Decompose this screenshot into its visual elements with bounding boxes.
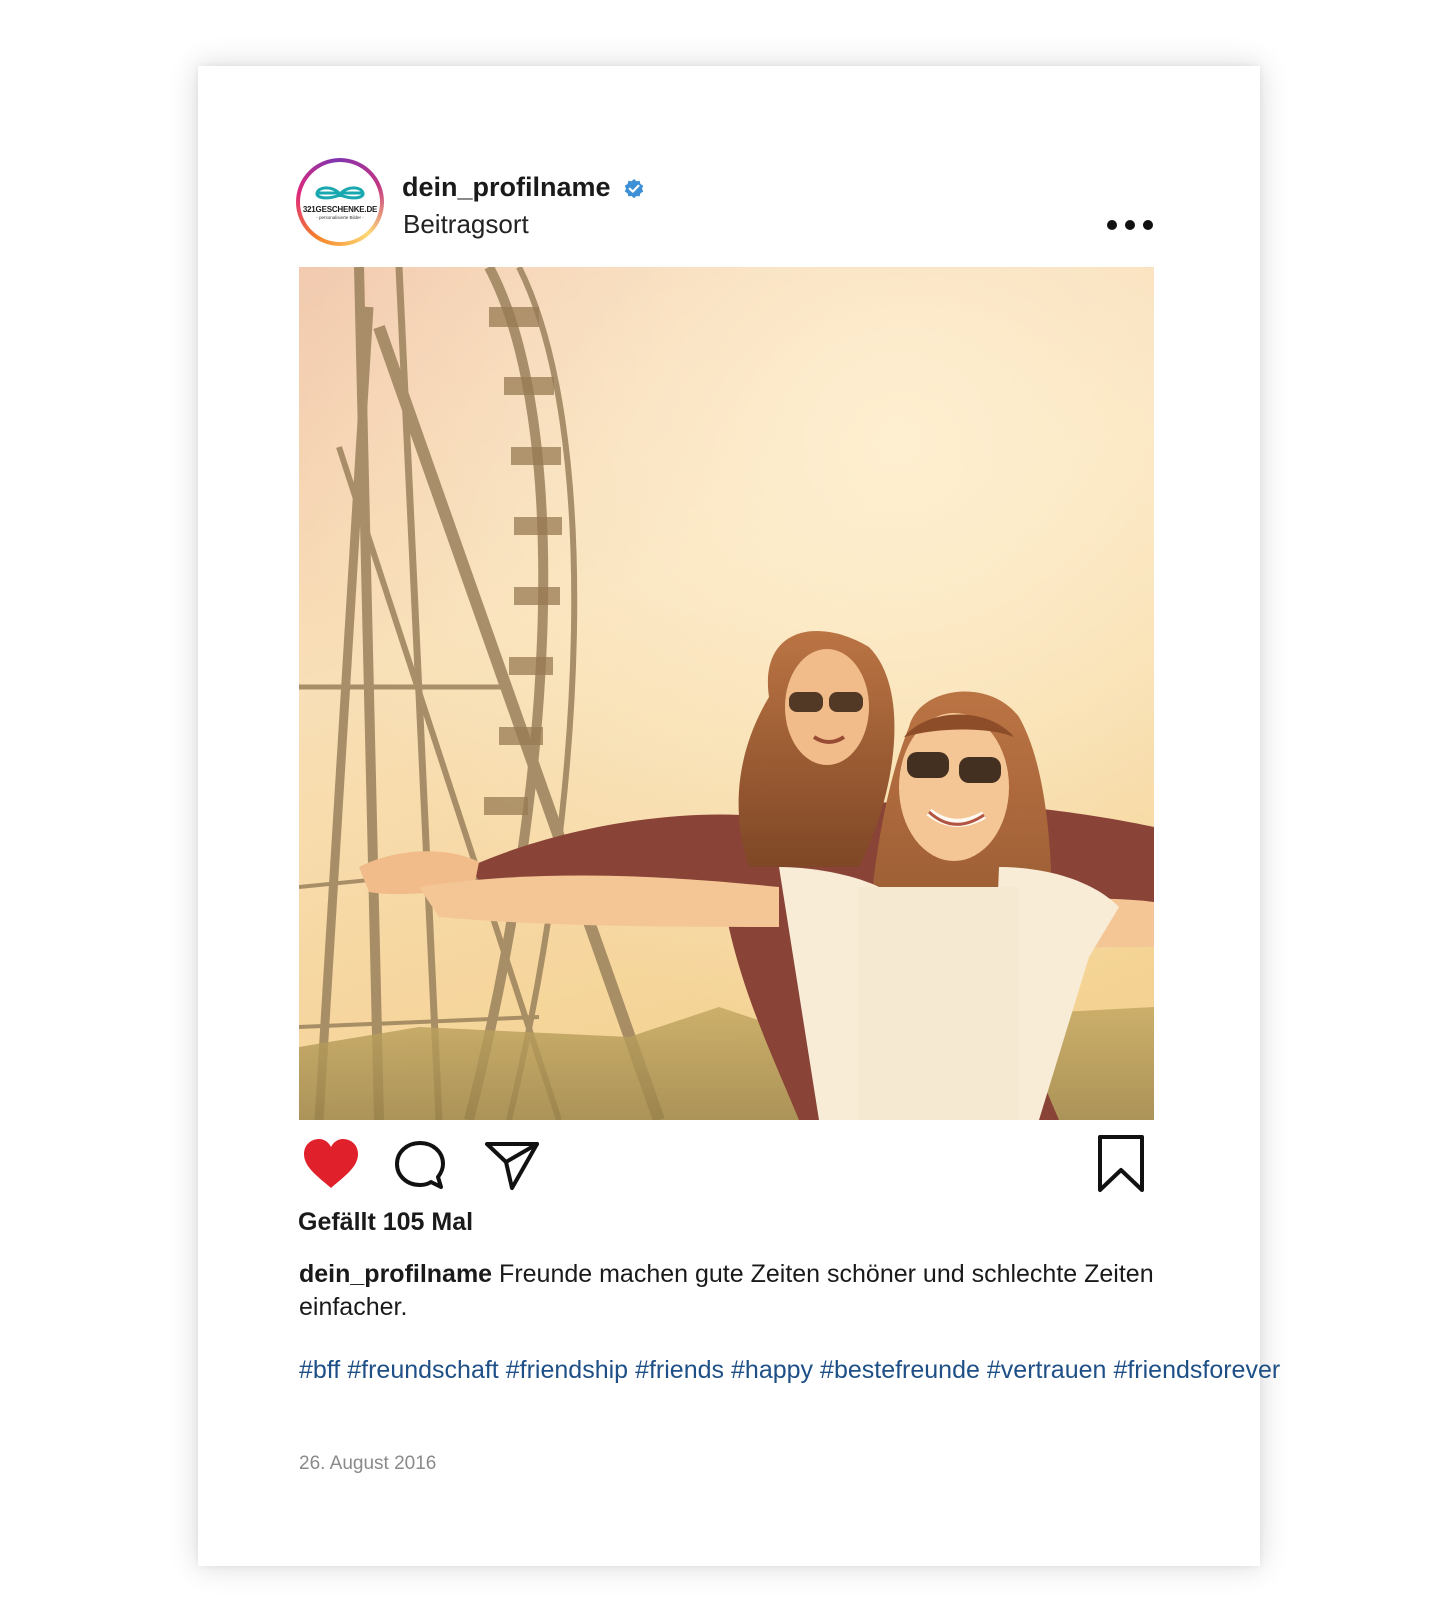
post-photo[interactable]: [299, 267, 1154, 1120]
hashtag-link[interactable]: #happy: [731, 1356, 813, 1384]
send-icon[interactable]: [484, 1140, 540, 1192]
caption-username[interactable]: dein_profilname: [299, 1260, 492, 1288]
verified-badge-icon: [624, 179, 644, 199]
photo-image: [299, 267, 1154, 1120]
hashtag-link[interactable]: #bff: [299, 1356, 340, 1384]
profile-avatar[interactable]: 321GESCHENKE.DE - personalisierte Bilder…: [296, 158, 384, 246]
profile-name[interactable]: dein_profilname: [402, 172, 611, 203]
bow-logo-icon: [315, 186, 365, 200]
comment-icon[interactable]: [394, 1140, 446, 1192]
avatar-logo: 321GESCHENKE.DE - personalisierte Bilder…: [300, 162, 380, 242]
avatar-brand-subtitle: - personalisierte Bilder -: [316, 215, 364, 220]
hashtag-link[interactable]: #friends: [635, 1356, 724, 1384]
heart-icon[interactable]: [302, 1138, 360, 1190]
hashtag-link[interactable]: #friendsforever: [1113, 1356, 1280, 1384]
hashtag-list: #bff #freundschaft #friendship #friends #hap…: [299, 1354, 1280, 1386]
hashtag-link[interactable]: #vertrauen: [987, 1356, 1107, 1384]
avatar-brand-text: 321GESCHENKE.DE: [302, 205, 378, 214]
post-location[interactable]: Beitragsort: [403, 209, 529, 240]
bookmark-icon[interactable]: [1096, 1134, 1146, 1194]
hashtag-link[interactable]: #freundschaft: [347, 1356, 499, 1384]
likes-count[interactable]: Gefällt 105 Mal: [298, 1208, 473, 1237]
post-caption: dein_profilname Freunde machen gute Zeit…: [299, 1258, 1159, 1324]
more-options-icon[interactable]: [1106, 218, 1154, 232]
hashtag-link[interactable]: #bestefreunde: [820, 1356, 980, 1384]
post-card: 321GESCHENKE.DE - personalisierte Bilder…: [198, 66, 1280, 1566]
post-date: 26. August 2016: [299, 1453, 437, 1474]
hashtag-link[interactable]: #friendship: [506, 1356, 628, 1384]
